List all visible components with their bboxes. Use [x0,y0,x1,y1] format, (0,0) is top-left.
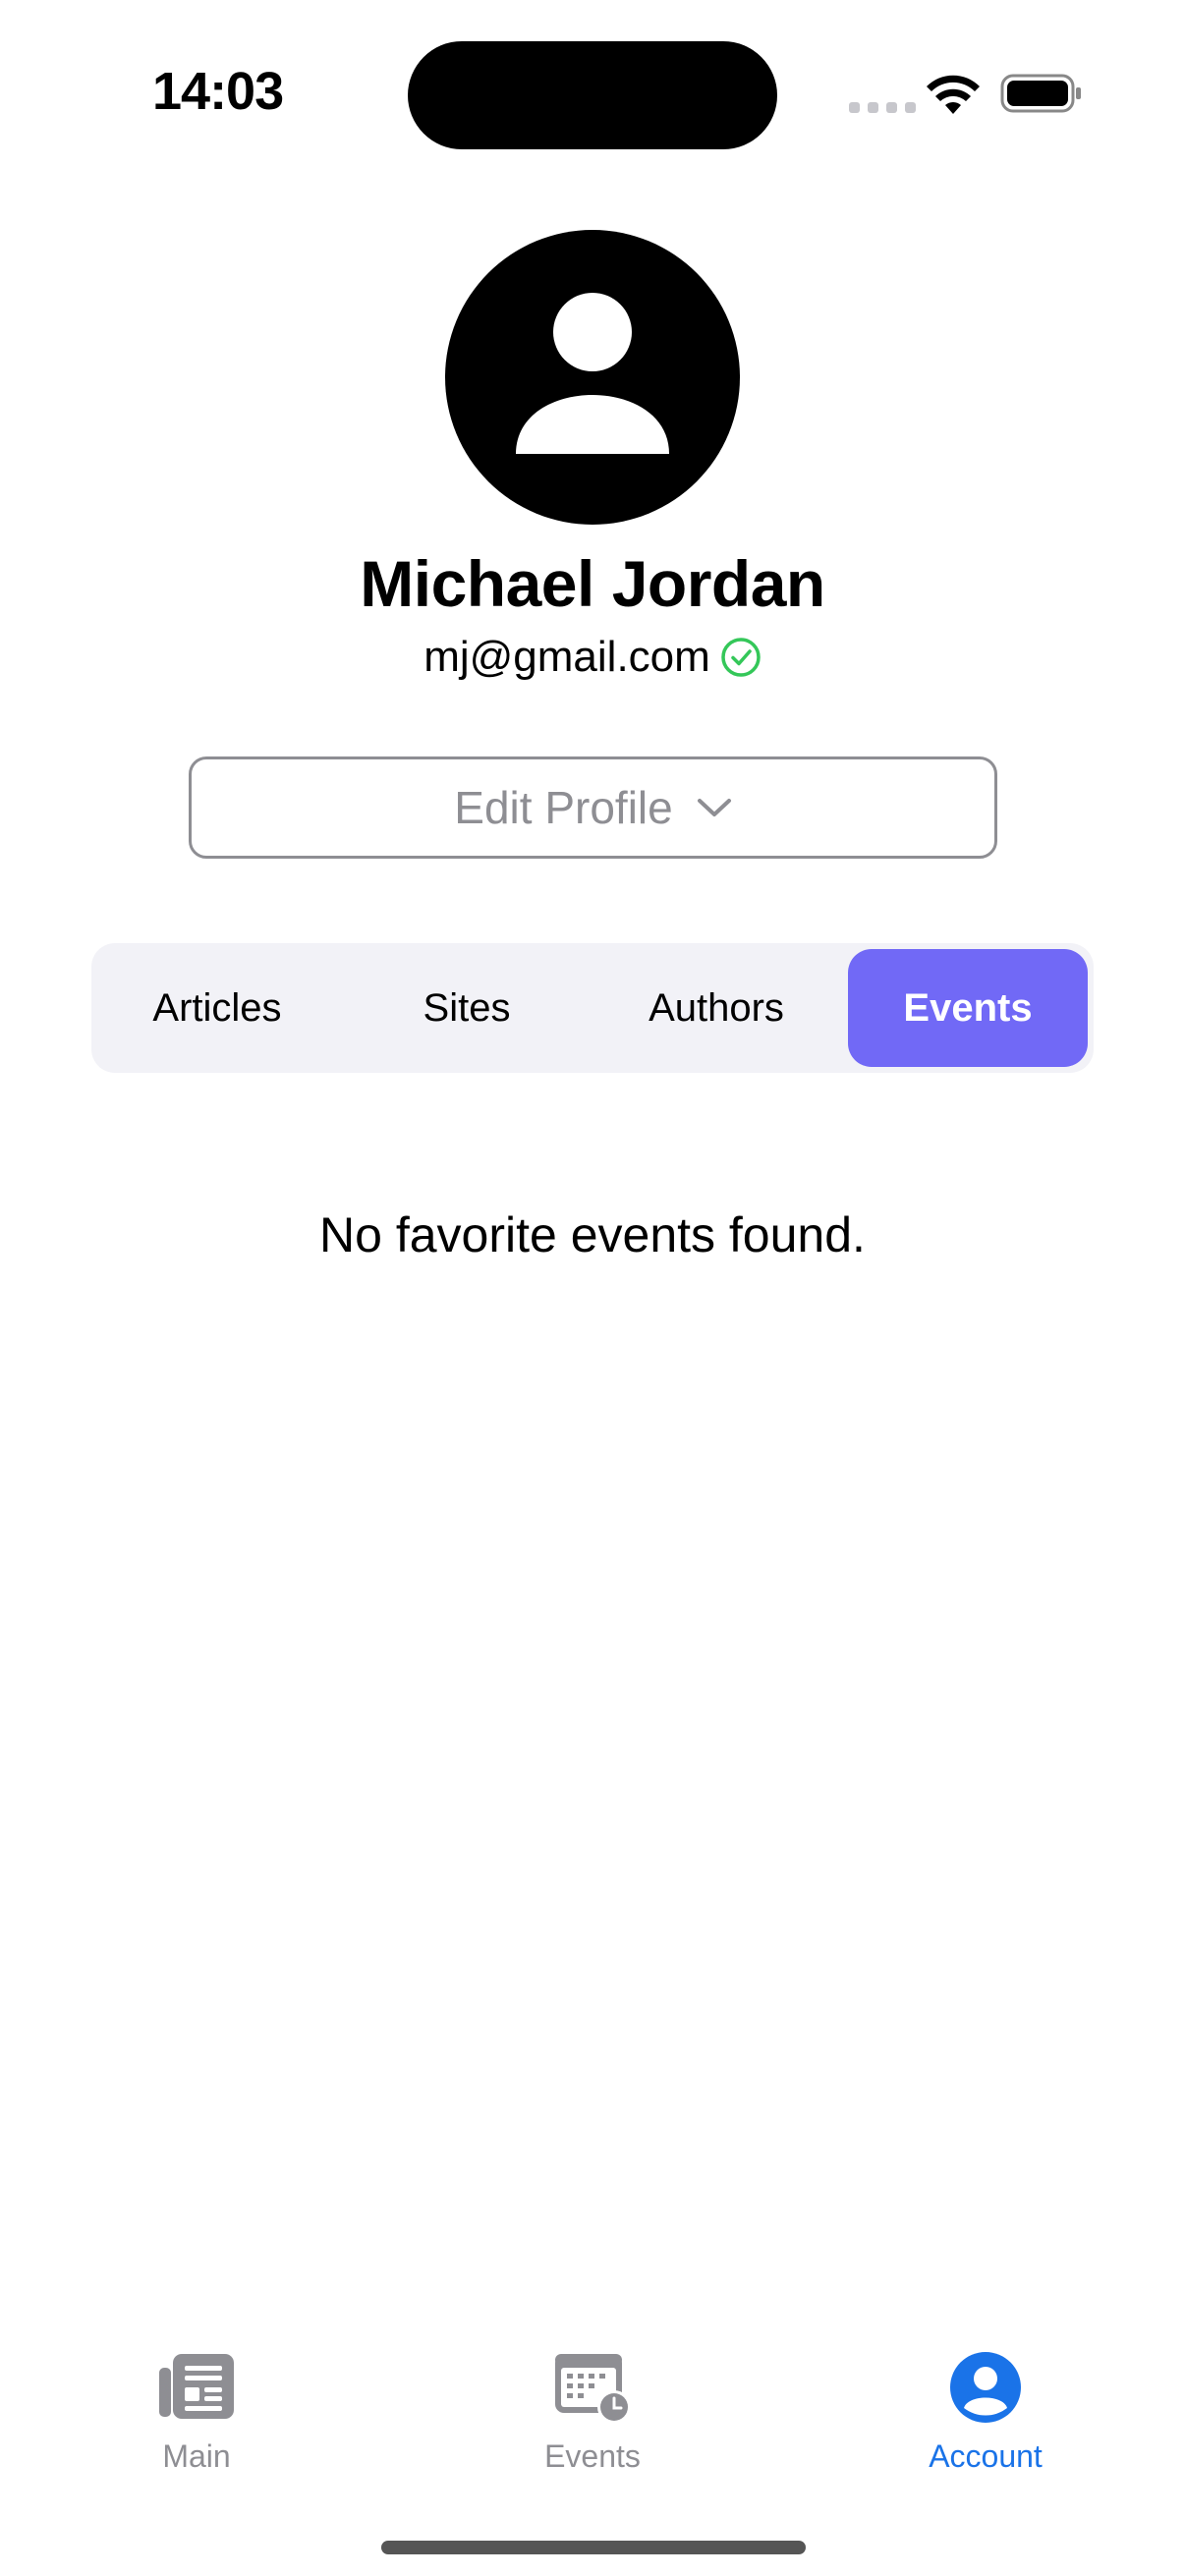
empty-state-message: No favorite events found. [319,1207,866,1262]
status-time: 14:03 [152,62,284,121]
profile-name: Michael Jordan [360,547,825,620]
newspaper-icon [159,2354,234,2419]
wifi-icon [927,75,980,114]
segment-articles[interactable]: Articles [97,949,337,1067]
calendar-clock-icon [555,2354,631,2424]
battery-icon [1000,74,1081,113]
segment-sites[interactable]: Sites [347,949,587,1067]
segment-events[interactable]: Events [848,949,1088,1067]
tab-account-label: Account [929,2438,1043,2474]
favorites-segmented-control: Articles Sites Authors Events [91,943,1094,1073]
segment-authors[interactable]: Authors [596,949,836,1067]
account-screen: 14:03 Michael Jordan mj@gmail.com Edit P… [0,0,1185,2576]
tab-events[interactable]: Events [475,2346,710,2475]
tab-main-label: Main [162,2438,231,2474]
edit-profile-button[interactable]: Edit Profile [189,756,997,859]
person-placeholder-icon [516,293,669,454]
email-row: mj@gmail.com [0,633,1185,682]
dynamic-island [408,41,777,149]
cellular-signal-icon [849,102,916,113]
profile-email: mj@gmail.com [423,633,710,681]
home-indicator[interactable] [381,2541,806,2554]
edit-profile-label: Edit Profile [454,782,673,833]
tab-account[interactable]: Account [868,2346,1103,2475]
avatar [445,230,740,525]
verified-check-icon [721,638,761,677]
tab-main[interactable]: Main [79,2346,314,2475]
tab-events-label: Events [544,2438,641,2474]
chevron-down-icon [697,799,731,816]
person-circle-icon [950,2352,1021,2423]
